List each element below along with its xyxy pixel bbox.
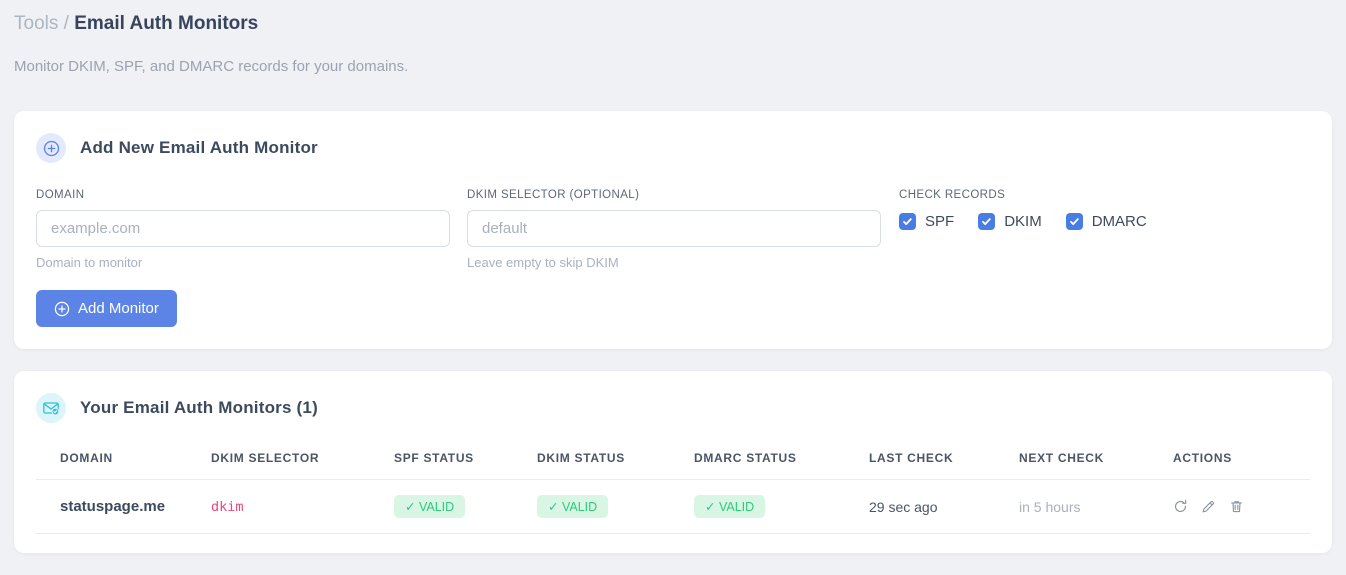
table-row: statuspage.me dkim ✓ VALID ✓ VALID ✓ VAL… xyxy=(36,479,1310,534)
dkim-selector-field-helper: Leave empty to skip DKIM xyxy=(467,255,619,270)
monitor-spf-status-cell: ✓ VALID xyxy=(394,479,537,534)
monitor-dkim-status-cell: ✓ VALID xyxy=(537,479,694,534)
add-monitor-form: DOMAIN Domain to monitor DKIM SELECTOR (… xyxy=(36,189,1310,270)
monitor-dkim-selector: dkim xyxy=(211,479,394,534)
dkim-checkbox-option[interactable]: DKIM xyxy=(978,213,1042,230)
add-monitor-card-title: Add New Email Auth Monitor xyxy=(80,138,318,157)
dmarc-status-badge: ✓ VALID xyxy=(694,495,766,518)
dkim-selector-field-label: DKIM SELECTOR (OPTIONAL) xyxy=(467,189,640,201)
monitors-card-title: Your Email Auth Monitors (1) xyxy=(80,398,318,417)
table-header-row: DOMAIN DKIM SELECTOR SPF STATUS DKIM STA… xyxy=(36,437,1310,480)
monitor-actions-cell xyxy=(1173,479,1310,534)
monitors-card: Your Email Auth Monitors (1) DOMAIN DKIM… xyxy=(14,371,1332,553)
add-monitor-card-header: Add New Email Auth Monitor xyxy=(36,133,1310,163)
column-header-dkim-status: DKIM STATUS xyxy=(537,437,694,480)
column-header-next-check: NEXT CHECK xyxy=(1019,437,1173,480)
plus-circle-icon xyxy=(54,301,70,317)
breadcrumb-separator: / xyxy=(63,13,69,34)
monitor-last-check: 29 sec ago xyxy=(869,479,1019,534)
add-monitor-button-label: Add Monitor xyxy=(78,300,159,317)
domain-field-helper: Domain to monitor xyxy=(36,255,143,270)
page-title: Email Auth Monitors xyxy=(74,13,259,34)
dkim-selector-input[interactable] xyxy=(467,210,881,247)
email-auth-monitors-page: Tools / Email Auth Monitors Monitor DKIM… xyxy=(0,0,1346,553)
domain-input[interactable] xyxy=(36,210,450,247)
domain-field-group: DOMAIN Domain to monitor xyxy=(36,189,450,270)
dkim-selector-field-group: DKIM SELECTOR (OPTIONAL) Leave empty to … xyxy=(467,189,881,270)
column-header-last-check: LAST CHECK xyxy=(869,437,1019,480)
delete-icon[interactable] xyxy=(1229,499,1244,514)
check-records-group: CHECK RECORDS SPF DKIM DMARC xyxy=(898,189,1310,270)
dmarc-checkbox-label: DMARC xyxy=(1091,213,1147,230)
dkim-checkbox-label: DKIM xyxy=(1004,213,1042,230)
check-records-options: SPF DKIM DMARC xyxy=(899,213,1310,230)
monitor-domain: statuspage.me xyxy=(36,479,211,534)
dkim-checkbox-checked-icon[interactable] xyxy=(978,213,996,230)
edit-icon[interactable] xyxy=(1201,499,1216,514)
breadcrumb: Tools / Email Auth Monitors xyxy=(14,10,1332,38)
plus-circle-icon xyxy=(36,133,66,163)
dmarc-checkbox-option[interactable]: DMARC xyxy=(1065,213,1147,230)
monitor-next-check: in 5 hours xyxy=(1019,479,1173,534)
refresh-icon[interactable] xyxy=(1173,499,1188,514)
check-records-label: CHECK RECORDS xyxy=(899,189,1006,201)
column-header-actions: ACTIONS xyxy=(1173,437,1310,480)
monitor-dmarc-status-cell: ✓ VALID xyxy=(694,479,869,534)
dmarc-checkbox-checked-icon[interactable] xyxy=(1065,213,1083,230)
column-header-spf-status: SPF STATUS xyxy=(394,437,537,480)
spf-status-badge: ✓ VALID xyxy=(394,495,466,518)
email-check-icon xyxy=(36,393,66,423)
column-header-dkim-selector: DKIM SELECTOR xyxy=(211,437,394,480)
dkim-status-badge: ✓ VALID xyxy=(537,495,609,518)
spf-checkbox-option[interactable]: SPF xyxy=(899,213,954,230)
breadcrumb-tools-link[interactable]: Tools xyxy=(14,13,58,34)
add-monitor-card: Add New Email Auth Monitor DOMAIN Domain… xyxy=(14,111,1332,349)
spf-checkbox-label: SPF xyxy=(925,213,955,230)
spf-checkbox-checked-icon[interactable] xyxy=(899,213,916,230)
row-actions xyxy=(1173,499,1302,514)
add-monitor-button[interactable]: Add Monitor xyxy=(36,290,177,327)
monitors-table: DOMAIN DKIM SELECTOR SPF STATUS DKIM STA… xyxy=(36,437,1310,534)
domain-field-label: DOMAIN xyxy=(36,189,85,201)
column-header-domain: DOMAIN xyxy=(36,437,211,480)
column-header-dmarc-status: DMARC STATUS xyxy=(694,437,869,480)
page-subtitle: Monitor DKIM, SPF, and DMARC records for… xyxy=(14,58,409,75)
monitors-card-header: Your Email Auth Monitors (1) xyxy=(36,393,1310,423)
